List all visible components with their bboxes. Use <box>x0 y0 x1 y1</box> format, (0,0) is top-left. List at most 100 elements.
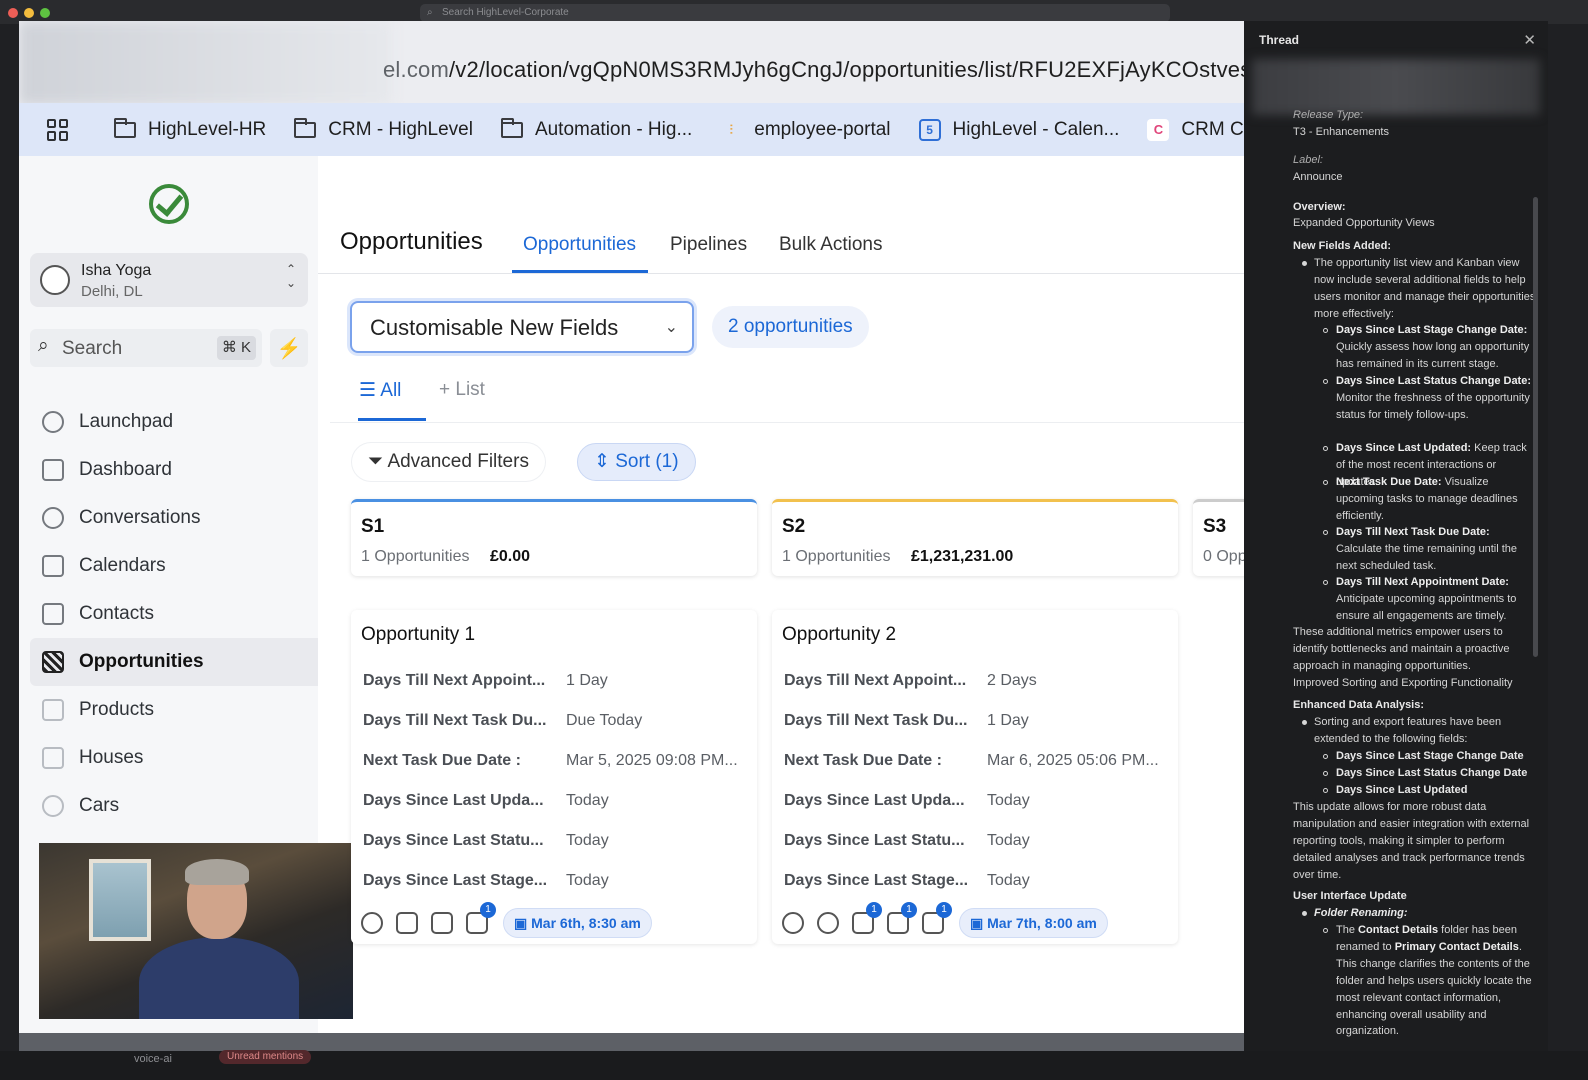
thread-scrollbar[interactable] <box>1533 197 1538 657</box>
message-icon[interactable] <box>361 912 383 934</box>
sidebar-item-calendars[interactable]: Calendars <box>30 542 318 590</box>
task-icon[interactable]: 1 <box>922 902 952 934</box>
bullet-icon <box>1323 480 1328 485</box>
bookmark-highlevel-calendar[interactable]: 5 HighLevel - Calen... <box>918 118 1119 141</box>
bookmark-automation[interactable]: Automation - Hig... <box>500 117 692 141</box>
folder-icon <box>114 117 136 138</box>
tab-bulk-actions[interactable]: Bulk Actions <box>779 234 883 256</box>
task-count-badge: 1 <box>480 902 496 918</box>
sidebar-item-contacts[interactable]: Contacts <box>30 590 318 638</box>
sidebar-item-dashboard[interactable]: Dashboard <box>30 446 318 494</box>
tag-icon[interactable] <box>396 912 418 934</box>
message-icon[interactable] <box>817 912 839 934</box>
plus-icon: + <box>439 379 456 400</box>
minimize-window-button[interactable] <box>24 8 34 18</box>
sort-button[interactable]: ⇕ Sort (1) <box>577 443 696 481</box>
sidebar-item-opportunities[interactable]: Opportunities <box>30 638 318 686</box>
folder-renaming-label: Folder Renaming: <box>1314 907 1408 919</box>
phone-icon[interactable] <box>782 912 804 934</box>
bookmark-crm-highlevel[interactable]: CRM - HighLevel <box>294 117 473 141</box>
opportunity-card-2[interactable]: Opportunity 2 Days Till Next Appoint... 2… <box>772 610 1178 944</box>
appointment-date: Mar 7th, 8:00 am <box>987 915 1097 931</box>
new-fields-intro: The opportunity list view and Kanban vie… <box>1314 257 1536 320</box>
sidebar-item-products[interactable]: Products <box>30 686 318 734</box>
sidebar-item-launchpad[interactable]: Launchpad <box>30 398 318 446</box>
opportunity-card-1[interactable]: Opportunity 1 Days Till Next Appoint... 1… <box>351 610 757 944</box>
sidebar-item-label: Launchpad <box>79 411 174 432</box>
label-value: Announce <box>1293 171 1343 183</box>
sidebar-item-label: Products <box>79 699 154 720</box>
sort-field-item: Days Since Last Updated <box>1336 784 1468 796</box>
field-label: Next Task Due Date : <box>784 752 942 769</box>
sorting-line: Improved Sorting and Exporting Functiona… <box>1293 677 1513 689</box>
card-field-row: Days Till Next Task Du... 1 Day <box>784 712 1174 734</box>
sort-label: Sort (1) <box>615 451 679 472</box>
field-item-desc: Quickly assess how long an opportunity h… <box>1336 340 1530 370</box>
chat-icon <box>42 507 64 529</box>
calendar-icon: ▣ <box>514 915 532 931</box>
sort-field-item: Days Since Last Stage Change Date <box>1336 750 1524 762</box>
maximize-window-button[interactable] <box>40 8 50 18</box>
list-icon: ☰ <box>359 380 381 401</box>
sidebar-item-cars[interactable]: Cars <box>30 782 318 830</box>
card-field-row: Next Task Due Date : Mar 5, 2025 09:08 PM… <box>363 752 753 774</box>
pipeline-dropdown[interactable]: Customisable New Fields ⌄ <box>350 301 694 353</box>
stage-name: S1 <box>361 516 385 537</box>
notes-icon[interactable] <box>431 912 453 934</box>
browser-window: el.com/v2/location/vgQpN0MS3RMJyh6gCngJ/… <box>19 21 1245 1051</box>
notes-icon[interactable]: 1 <box>887 902 917 934</box>
sidebar-search[interactable]: ⌕ Search ⌘ K <box>30 329 262 367</box>
opportunities-icon <box>42 651 64 673</box>
unread-mentions-badge[interactable]: Unread mentions <box>219 1050 312 1064</box>
stage-column-s3: S3 0 Opp <box>1193 499 1245 576</box>
overview-label: Overview: <box>1293 201 1346 213</box>
rocket-icon <box>42 411 64 433</box>
add-list-button[interactable]: + List <box>439 379 485 401</box>
bottom-strip: voice-ai Unread mentions <box>0 1050 1588 1080</box>
field-value: Today <box>987 872 1030 889</box>
account-switcher[interactable]: Isha Yoga Delhi, DL ⌃ ⌄ <box>30 253 308 307</box>
pipeline-value: Customisable New Fields <box>370 315 619 340</box>
tag-icon[interactable]: 1 <box>852 902 882 934</box>
sidebar-item-label: Calendars <box>79 555 166 576</box>
advanced-filters-button[interactable]: ⏷ Advanced Filters <box>352 443 545 481</box>
bookmark-highlevel-hr[interactable]: HighLevel-HR <box>114 117 266 141</box>
bookmark-crm[interactable]: C CRM Co <box>1147 118 1245 141</box>
search-icon: ⌕ <box>427 7 433 18</box>
channel-voice-ai[interactable]: voice-ai <box>134 1053 172 1065</box>
apps-grid-icon[interactable] <box>47 118 68 141</box>
card-actions: 1 1 1 ▣ Mar 7th, 8:00 am <box>782 902 1108 938</box>
field-item: Days Since Last Status Change Date: Moni… <box>1336 373 1538 424</box>
tab-opportunities[interactable]: Opportunities <box>523 234 636 256</box>
appointment-chip[interactable]: ▣ Mar 7th, 8:00 am <box>959 908 1108 938</box>
top-search-field[interactable]: ⌕ Search HighLevel-Corporate <box>420 4 1170 22</box>
bookmark-employee-portal[interactable]: ⫶ employee-portal <box>720 119 891 141</box>
appointment-chip[interactable]: ▣ Mar 6th, 8:30 am <box>503 908 652 938</box>
enhanced-analysis-label: Enhanced Data Analysis: <box>1293 699 1425 711</box>
rename-old: Contact Details <box>1358 924 1439 936</box>
view-tab-label: All <box>380 380 402 401</box>
field-label: Days Since Last Stage... <box>363 872 548 889</box>
tab-pipelines[interactable]: Pipelines <box>670 234 747 256</box>
view-tab-all[interactable]: ☰ All <box>359 379 401 402</box>
lightning-icon: ⚡ <box>276 337 302 360</box>
close-icon[interactable]: ✕ <box>1523 31 1536 49</box>
field-item: Days Since Last Stage Change Date: Quick… <box>1336 322 1538 373</box>
advanced-filters-label: Advanced Filters <box>387 451 529 472</box>
field-value: 1 Day <box>987 712 1029 729</box>
webcam-overlay <box>39 843 353 1019</box>
field-label: Days Since Last Statu... <box>363 832 544 849</box>
task-icon[interactable]: 1 <box>466 902 496 934</box>
field-item-name: Days Since Last Status Change Date: <box>1336 375 1532 387</box>
calendar-icon <box>42 555 64 577</box>
field-value: 1 Day <box>566 672 608 689</box>
bullet-icon <box>1302 261 1307 266</box>
close-window-button[interactable] <box>8 8 18 18</box>
app-root: Isha Yoga Delhi, DL ⌃ ⌄ ⌕ Search ⌘ K ⚡ La… <box>19 156 1245 1051</box>
horizontal-scrollbar[interactable] <box>19 1033 1245 1051</box>
sidebar-item-conversations[interactable]: Conversations <box>30 494 318 542</box>
sidebar-item-houses[interactable]: Houses <box>30 734 318 782</box>
url-text[interactable]: el.com/v2/location/vgQpN0MS3RMJyh6gCngJ/… <box>383 57 1245 83</box>
card-field-row: Days Till Next Appoint... 1 Day <box>363 672 753 694</box>
quick-action-button[interactable]: ⚡ <box>270 329 308 367</box>
